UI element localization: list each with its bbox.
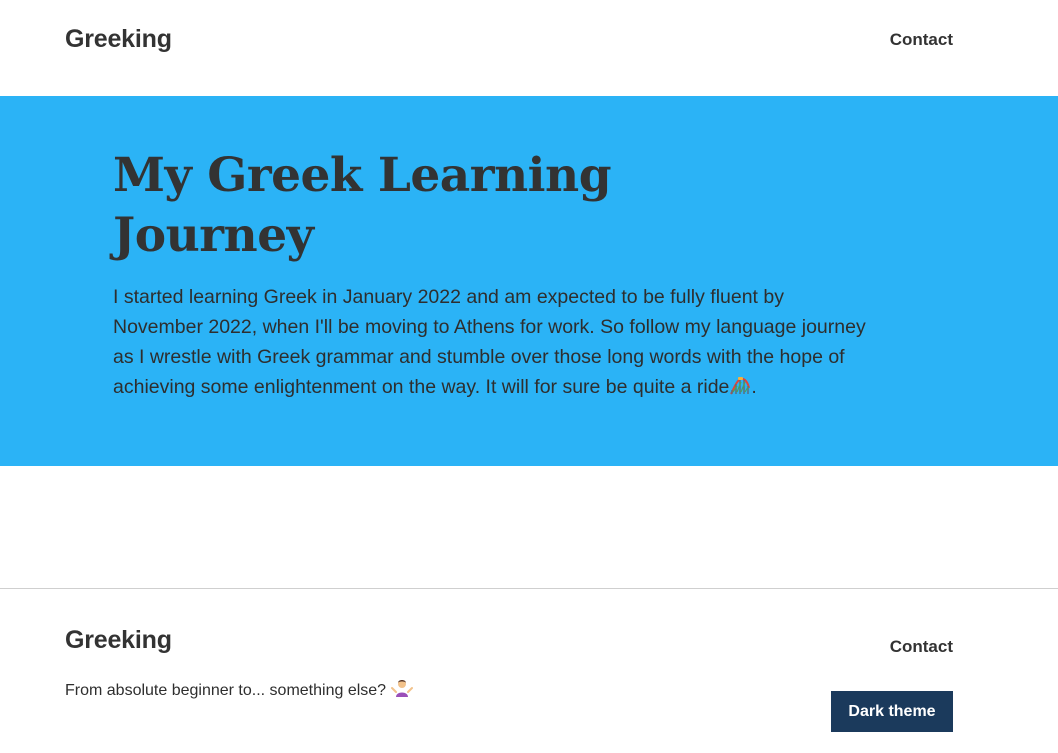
footer-logo-link[interactable]: Greeking — [65, 626, 172, 655]
site-logo-link[interactable]: Greeking — [65, 25, 172, 54]
hero-description: I started learning Greek in January 2022… — [113, 282, 873, 402]
hero-description-end: . — [751, 376, 757, 398]
nav-contact-link[interactable]: Contact — [890, 30, 953, 50]
footer-tagline: From absolute beginner to... something e… — [65, 678, 413, 700]
footer-tagline-text: From absolute beginner to... something e… — [65, 682, 387, 699]
hero-title: My Greek Learning Journey — [113, 148, 612, 263]
hero-section: My Greek Learning Journey I started lear… — [0, 96, 1058, 466]
dark-theme-button[interactable]: Dark theme — [831, 691, 953, 732]
footer-divider — [0, 588, 1058, 589]
roller-coaster-icon — [730, 377, 751, 395]
site-header: Greeking Contact — [0, 0, 1058, 96]
footer-contact-link[interactable]: Contact — [890, 637, 953, 657]
person-shrugging-icon — [390, 680, 413, 697]
